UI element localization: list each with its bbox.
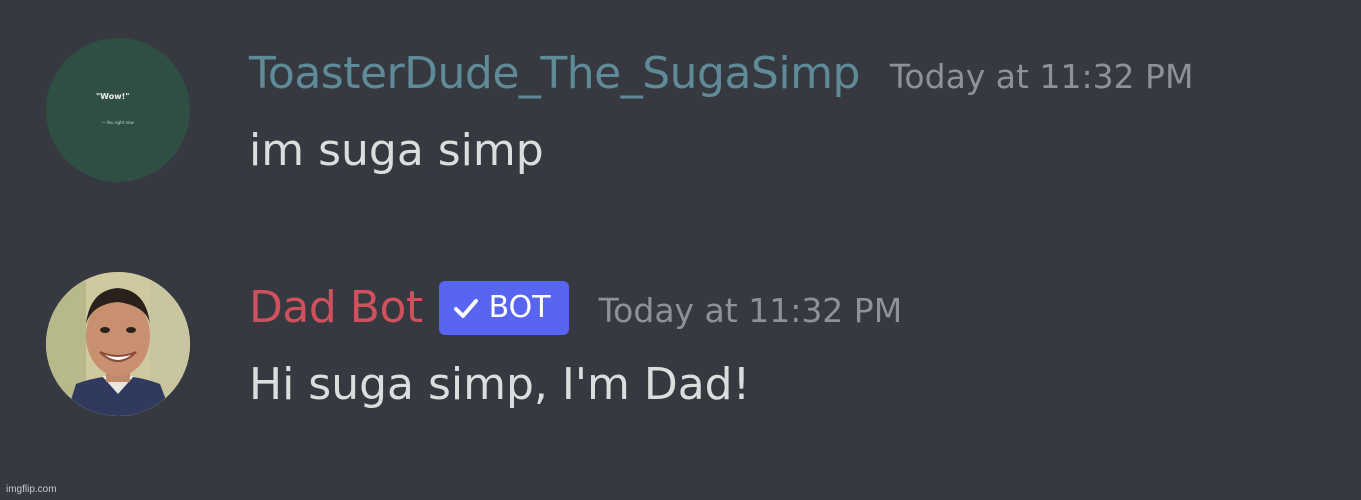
message-header: Dad Bot BOT Today at 11:32 PM [249, 278, 902, 338]
message-content: im suga simp [249, 125, 544, 176]
bot-tag: BOT [438, 281, 569, 335]
username[interactable]: Dad Bot [249, 278, 423, 338]
bot-tag-label: BOT [488, 290, 551, 325]
verified-check-icon [453, 299, 478, 318]
message-content: Hi suga simp, I'm Dad! [249, 359, 751, 410]
avatar[interactable] [46, 272, 190, 416]
watermark: imgflip.com [6, 484, 57, 495]
avatar-attribution-text: ~ You right now [102, 120, 134, 125]
face-photo-icon [46, 272, 190, 416]
avatar[interactable]: "Wow!" ~ You right now [46, 38, 190, 182]
message-item: Dad Bot BOT Today at 11:32 PM Hi suga si… [0, 272, 1361, 418]
timestamp: Today at 11:32 PM [598, 291, 903, 330]
username[interactable]: ToasterDude_The_SugaSimp [249, 44, 860, 104]
chat-view: "Wow!" ~ You right now ToasterDude_The_S… [0, 0, 1361, 500]
avatar-quote-text: "Wow!" [96, 92, 130, 101]
message-header: ToasterDude_The_SugaSimp Today at 11:32 … [249, 44, 1193, 104]
timestamp: Today at 11:32 PM [889, 57, 1194, 96]
message-item: "Wow!" ~ You right now ToasterDude_The_S… [0, 38, 1361, 184]
